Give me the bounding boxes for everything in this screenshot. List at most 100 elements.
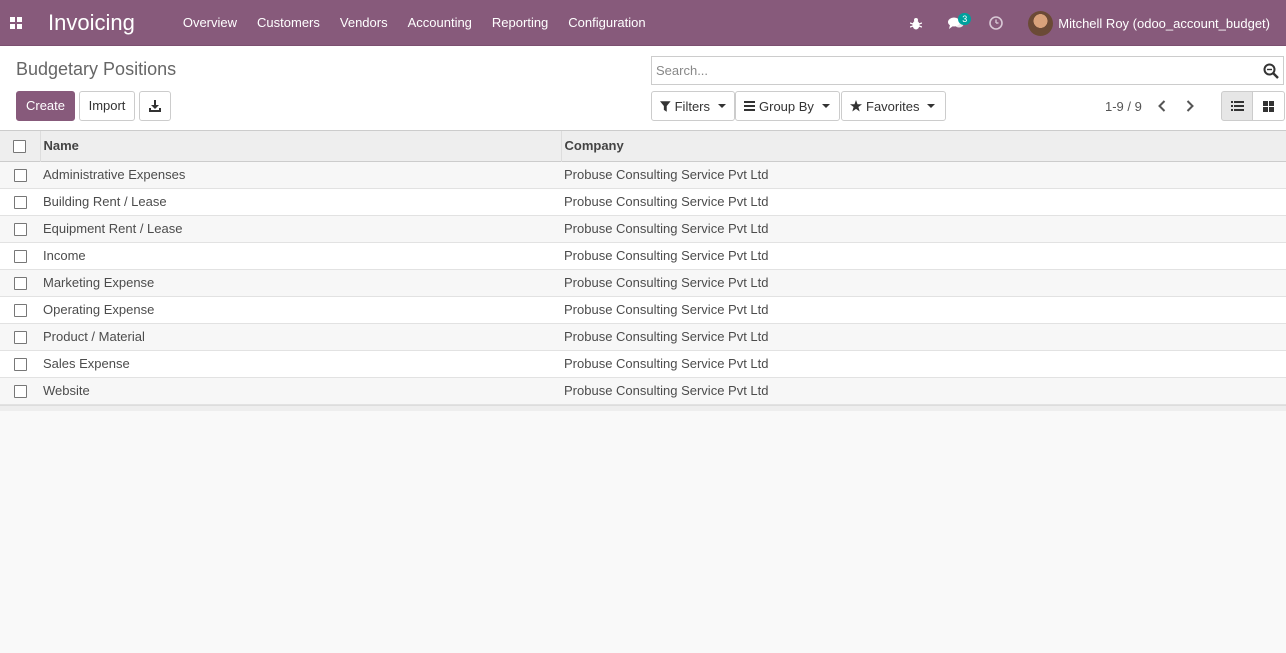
main-menu: Overview Customers Vendors Accounting Re… [173,0,656,46]
row-select-cell [0,269,40,296]
cell-name[interactable]: Marketing Expense [40,269,561,296]
table-row[interactable]: Building Rent / Lease Probuse Consulting … [0,188,1286,215]
cell-name[interactable]: Income [40,242,561,269]
cell-company[interactable]: Probuse Consulting Service Pvt Ltd [561,350,1286,377]
cell-company[interactable]: Probuse Consulting Service Pvt Ltd [561,269,1286,296]
systray: 3 Mitchell Roy (odoo_account_budget) [896,0,1286,46]
row-select-cell [0,215,40,242]
cell-company[interactable]: Probuse Consulting Service Pvt Ltd [561,296,1286,323]
chevron-down-icon [718,104,726,108]
search-bar [651,56,1284,85]
group-by-label: Group By [759,98,814,114]
row-checkbox[interactable] [13,223,27,237]
bug-icon [910,17,923,29]
cell-company[interactable]: Probuse Consulting Service Pvt Ltd [561,242,1286,269]
star-icon [850,100,862,112]
row-select-cell [0,377,40,404]
row-checkbox[interactable] [13,358,27,372]
chevron-right-icon [1186,100,1194,112]
table-body: Administrative Expenses Probuse Consultin… [0,161,1286,404]
list-view: Name Company Administrative Expenses Prob… [0,131,1286,411]
table-row[interactable]: Equipment Rent / Lease Probuse Consulting… [0,215,1286,242]
menu-item-configuration[interactable]: Configuration [558,0,655,46]
row-checkbox[interactable] [13,196,27,210]
cell-company[interactable]: Probuse Consulting Service Pvt Ltd [561,161,1286,188]
cell-company[interactable]: Probuse Consulting Service Pvt Ltd [561,188,1286,215]
cell-name[interactable]: Product / Material [40,323,561,350]
table-row[interactable]: Administrative Expenses Probuse Consultin… [0,161,1286,188]
column-header-name[interactable]: Name [40,131,562,161]
select-all-checkbox[interactable] [13,140,27,154]
pager-value[interactable]: 1-9 / 9 [1105,99,1142,114]
column-header-company[interactable]: Company [561,131,1286,161]
download-icon [149,100,161,112]
chevron-down-icon [821,104,830,108]
row-select-cell [0,242,40,269]
row-checkbox[interactable] [13,331,27,345]
clock-icon [989,16,1004,30]
cell-name[interactable]: Building Rent / Lease [40,188,561,215]
pager-previous-button[interactable] [1154,98,1170,114]
avatar [1028,10,1054,36]
menu-item-overview[interactable]: Overview [173,0,247,46]
cell-name[interactable]: Administrative Expenses [40,161,561,188]
menu-item-vendors[interactable]: Vendors [330,0,398,46]
menu-item-reporting[interactable]: Reporting [482,0,558,46]
activity-button[interactable] [976,0,1016,46]
list-view-icon [1230,101,1244,111]
row-select-cell [0,188,40,215]
row-checkbox[interactable] [13,169,27,183]
messaging-button[interactable]: 3 [936,0,976,46]
cell-name[interactable]: Sales Expense [40,350,561,377]
cell-name[interactable]: Website [40,377,561,404]
budgetary-positions-table: Name Company Administrative Expenses Prob… [0,131,1286,405]
table-row[interactable]: Product / Material Probuse Consulting Ser… [0,323,1286,350]
kanban-view-button[interactable] [1253,91,1285,121]
table-footer [0,404,1286,411]
app-title[interactable]: Invoicing [48,10,135,36]
kanban-view-icon [1263,100,1274,112]
list-bars-icon [744,101,755,111]
row-checkbox[interactable] [13,304,27,318]
favorites-label: Favorites [866,98,920,114]
pager-next-button[interactable] [1182,98,1198,114]
filters-label: Filters [674,98,710,114]
filter-icon [660,100,671,112]
table-row[interactable]: Income Probuse Consulting Service Pvt Ltd [0,242,1286,269]
page-title: Budgetary Positions [16,59,177,79]
menu-item-accounting[interactable]: Accounting [398,0,482,46]
favorites-dropdown[interactable]: Favorites [841,91,946,121]
control-panel: Budgetary Positions Create Import Filter… [0,46,1286,131]
user-name: Mitchell Roy (odoo_account_budget) [1058,15,1270,31]
cell-name[interactable]: Operating Expense [40,296,561,323]
create-button[interactable]: Create [16,91,75,121]
top-navbar: Invoicing Overview Customers Vendors Acc… [0,0,1286,46]
apps-grid-icon [10,16,22,29]
chevron-down-icon [927,104,936,108]
row-checkbox[interactable] [13,250,27,264]
group-by-dropdown[interactable]: Group By [735,91,840,121]
cell-company[interactable]: Probuse Consulting Service Pvt Ltd [561,215,1286,242]
table-row[interactable]: Website Probuse Consulting Service Pvt Lt… [0,377,1286,404]
table-row[interactable]: Marketing Expense Probuse Consulting Serv… [0,269,1286,296]
search-input[interactable] [652,57,1252,84]
import-button[interactable]: Import [79,91,135,121]
debug-button[interactable] [896,0,936,46]
cell-name[interactable]: Equipment Rent / Lease [40,215,561,242]
search-icon[interactable] [1263,63,1279,79]
cell-company[interactable]: Probuse Consulting Service Pvt Ltd [561,377,1286,404]
menu-item-customers[interactable]: Customers [247,0,330,46]
row-select-cell [0,296,40,323]
list-view-button[interactable] [1221,91,1253,121]
row-select-cell [0,350,40,377]
row-checkbox[interactable] [13,277,27,291]
filters-dropdown[interactable]: Filters [651,91,735,121]
cell-company[interactable]: Probuse Consulting Service Pvt Ltd [561,323,1286,350]
apps-menu-button[interactable] [0,0,32,46]
export-button[interactable] [139,91,171,121]
table-row[interactable]: Operating Expense Probuse Consulting Serv… [0,296,1286,323]
row-checkbox[interactable] [13,385,27,399]
user-menu[interactable]: Mitchell Roy (odoo_account_budget) [1016,0,1286,46]
select-all-cell [0,131,41,161]
table-row[interactable]: Sales Expense Probuse Consulting Service … [0,350,1286,377]
